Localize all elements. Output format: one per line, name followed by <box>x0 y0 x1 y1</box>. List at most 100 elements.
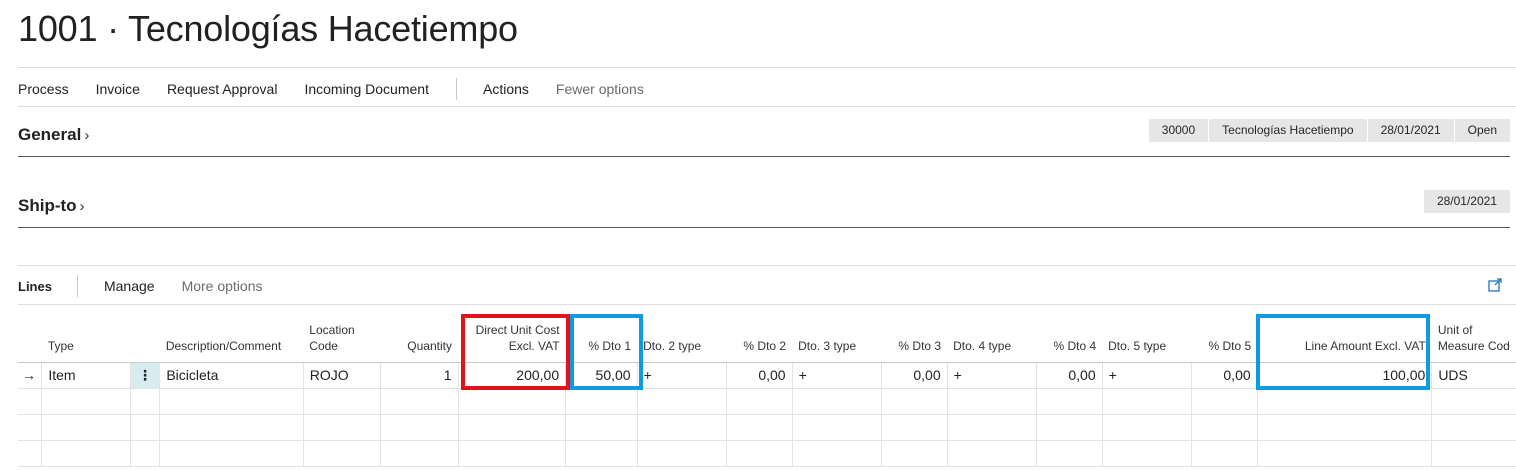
empty-cell[interactable] <box>881 440 948 467</box>
empty-cell[interactable] <box>726 414 793 441</box>
cell-dto4[interactable]: 0,00 <box>1036 362 1103 389</box>
empty-cell[interactable] <box>458 414 567 441</box>
empty-cell[interactable] <box>881 414 948 441</box>
empty-cell[interactable] <box>303 440 382 467</box>
empty-cell[interactable] <box>159 388 304 415</box>
empty-cell[interactable] <box>380 414 459 441</box>
empty-cell[interactable] <box>565 440 638 467</box>
cell-dto1[interactable]: 50,00 <box>565 362 638 389</box>
incoming-document-action[interactable]: Incoming Document <box>304 81 429 97</box>
empty-cell[interactable] <box>1257 388 1433 415</box>
request-approval-action[interactable]: Request Approval <box>167 81 278 97</box>
empty-cell[interactable] <box>1431 388 1516 415</box>
empty-cell[interactable] <box>792 440 882 467</box>
empty-cell[interactable] <box>947 388 1037 415</box>
table-row[interactable] <box>18 414 1516 441</box>
cell-line-amount[interactable]: 100,00 <box>1257 362 1433 389</box>
cell-dto2-type[interactable]: + <box>637 362 727 389</box>
empty-cell[interactable] <box>1102 440 1193 467</box>
empty-cell[interactable] <box>159 414 304 441</box>
general-summary-date: 28/01/2021 <box>1366 119 1454 142</box>
empty-cell[interactable] <box>380 440 459 467</box>
empty-cell[interactable] <box>1257 414 1433 441</box>
empty-cell[interactable] <box>565 414 638 441</box>
col-header-uom[interactable]: Unit of Measure Cod <box>1431 316 1516 363</box>
col-header-line-amount[interactable]: Line Amount Excl. VAT <box>1257 316 1432 363</box>
empty-cell[interactable] <box>1191 440 1258 467</box>
empty-cell[interactable] <box>565 388 638 415</box>
col-header-dto2[interactable]: % Dto 2 <box>726 316 793 363</box>
empty-cell[interactable] <box>41 440 131 467</box>
general-summary-vendor-no: 30000 <box>1147 119 1209 142</box>
empty-cell[interactable] <box>1191 414 1258 441</box>
empty-cell[interactable] <box>1431 414 1516 441</box>
expand-icon[interactable] <box>1488 278 1502 292</box>
col-header-dto3[interactable]: % Dto 3 <box>881 316 948 363</box>
col-header-location[interactable]: Location Code <box>303 316 381 363</box>
empty-cell[interactable] <box>458 388 567 415</box>
table-row[interactable] <box>18 388 1516 415</box>
empty-cell[interactable] <box>792 414 882 441</box>
empty-cell[interactable] <box>1102 388 1193 415</box>
cell-dto5[interactable]: 0,00 <box>1191 362 1258 389</box>
invoice-action[interactable]: Invoice <box>96 81 140 97</box>
empty-cell[interactable] <box>726 440 793 467</box>
col-header-dto4-type[interactable]: Dto. 4 type <box>947 316 1037 363</box>
manage-action[interactable]: Manage <box>104 278 155 294</box>
col-header-direct-unit-cost[interactable]: Direct Unit Cost Excl. VAT <box>458 316 566 363</box>
cell-dto4-type[interactable]: + <box>947 362 1037 389</box>
cell-description[interactable]: Bicicleta <box>159 362 304 389</box>
cell-dto3-type[interactable]: + <box>792 362 882 389</box>
row-menu-icon[interactable]: ⋮ <box>130 362 161 389</box>
process-action[interactable]: Process <box>18 81 69 97</box>
cell-direct-unit-cost[interactable]: 200,00 <box>458 362 567 389</box>
empty-cell[interactable] <box>41 388 131 415</box>
col-header-dto2-type[interactable]: Dto. 2 type <box>637 316 727 363</box>
col-header-dto1[interactable]: % Dto 1 <box>565 316 638 363</box>
cell-location[interactable]: ROJO <box>303 362 382 389</box>
general-section-caption[interactable]: General › <box>18 125 89 145</box>
actions-menu[interactable]: Actions <box>483 81 529 97</box>
cell-type[interactable]: Item <box>41 362 131 389</box>
lines-bar-divider <box>18 304 1516 305</box>
more-options-button[interactable]: More options <box>182 278 263 294</box>
col-header-description[interactable]: Description/Comment <box>159 316 304 363</box>
empty-cell[interactable] <box>637 414 727 441</box>
empty-cell[interactable] <box>1036 414 1103 441</box>
empty-cell[interactable] <box>1191 388 1258 415</box>
col-header-uom-line2: Measure Cod <box>1437 338 1510 353</box>
empty-cell[interactable] <box>41 414 131 441</box>
empty-cell[interactable] <box>380 388 459 415</box>
empty-cell[interactable] <box>792 388 882 415</box>
cell-dto2[interactable]: 0,00 <box>726 362 793 389</box>
col-header-quantity[interactable]: Quantity <box>380 316 458 363</box>
cell-uom[interactable]: UDS <box>1431 362 1516 389</box>
table-row[interactable]: → Item ⋮ Bicicleta ROJO 1 200,00 50,00 +… <box>18 362 1516 389</box>
empty-cell[interactable] <box>881 388 948 415</box>
empty-cell[interactable] <box>637 388 727 415</box>
col-header-dto5-type[interactable]: Dto. 5 type <box>1102 316 1192 363</box>
empty-cell[interactable] <box>726 388 793 415</box>
empty-cell[interactable] <box>947 414 1037 441</box>
empty-cell[interactable] <box>458 440 567 467</box>
empty-cell[interactable] <box>303 388 382 415</box>
ship-to-section-caption[interactable]: Ship-to › <box>18 196 85 216</box>
empty-cell[interactable] <box>159 440 304 467</box>
fewer-options-button[interactable]: Fewer options <box>556 81 644 97</box>
empty-cell[interactable] <box>303 414 382 441</box>
empty-cell[interactable] <box>947 440 1037 467</box>
empty-cell[interactable] <box>1431 440 1516 467</box>
cell-dto5-type[interactable]: + <box>1102 362 1193 389</box>
empty-cell[interactable] <box>1036 388 1103 415</box>
cell-dto3[interactable]: 0,00 <box>881 362 948 389</box>
empty-cell[interactable] <box>1102 414 1193 441</box>
cell-quantity[interactable]: 1 <box>380 362 459 389</box>
col-header-type[interactable]: Type <box>41 316 131 363</box>
empty-cell[interactable] <box>1036 440 1103 467</box>
empty-cell[interactable] <box>637 440 727 467</box>
col-header-dto4[interactable]: % Dto 4 <box>1036 316 1103 363</box>
table-row[interactable] <box>18 440 1516 467</box>
col-header-dto5[interactable]: % Dto 5 <box>1191 316 1258 363</box>
col-header-dto3-type[interactable]: Dto. 3 type <box>792 316 882 363</box>
empty-cell[interactable] <box>1257 440 1433 467</box>
